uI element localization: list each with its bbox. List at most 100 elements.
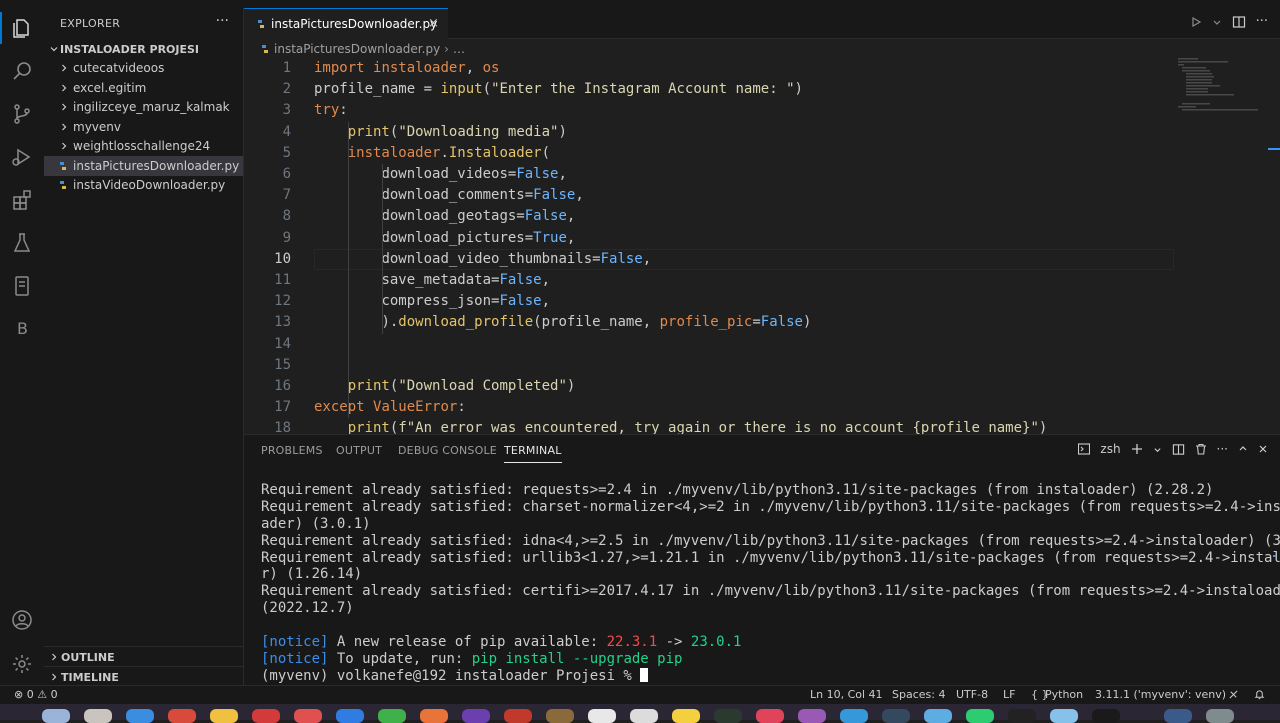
code-line[interactable]: 12 compress_json=False,	[244, 291, 1280, 312]
shell-name[interactable]: zsh	[1100, 442, 1120, 456]
accounts-activity[interactable]	[0, 600, 44, 640]
problems-count[interactable]: ⊗ 0 ⚠ 0	[14, 688, 58, 701]
run-icon[interactable]	[1190, 16, 1202, 28]
dock-app[interactable]	[378, 709, 406, 723]
tree-folder[interactable]: cutecatvideoos	[44, 58, 243, 78]
tree-folder[interactable]: ingilizceye_maruz_kalmak	[44, 97, 243, 117]
bell-icon[interactable]	[1254, 689, 1265, 700]
code-line[interactable]: 3 try:	[244, 100, 1280, 121]
trash-icon[interactable]	[1195, 443, 1207, 455]
b-extension-activity[interactable]: B	[0, 308, 44, 348]
run-debug-activity[interactable]	[0, 137, 44, 177]
code-line[interactable]: 15	[244, 355, 1280, 376]
code-line[interactable]: 11 save_metadata=False,	[244, 270, 1280, 291]
code-line[interactable]: 13 ).download_profile(profile_name, prof…	[244, 312, 1280, 333]
explorer-more-button[interactable]: ···	[216, 13, 229, 29]
encoding[interactable]: UTF-8	[956, 688, 988, 701]
terminal-prompt-line[interactable]: (myvenv) volkanefe@192 instaloader Proje…	[261, 667, 1271, 685]
dock-app[interactable]	[588, 709, 616, 723]
manage-activity[interactable]	[0, 644, 44, 684]
panel-tab-output[interactable]: OUTPUT	[336, 444, 382, 457]
dock-app[interactable]	[126, 709, 154, 723]
tree-file[interactable]: instaPicturesDownloader.py	[44, 155, 243, 176]
chevron-up-icon[interactable]	[1238, 444, 1248, 454]
dock-app[interactable]	[714, 709, 742, 723]
timeline-section[interactable]: TIMELINE	[44, 666, 243, 687]
dock-app[interactable]	[756, 709, 784, 723]
project-folder-header[interactable]: INSTALOADER PROJESI	[44, 41, 243, 59]
python-interpreter[interactable]: 3.11.1 ('myvenv': venv)	[1095, 688, 1226, 701]
code-view[interactable]: 1 import instaloader, os 2 profile_name = i…	[244, 58, 1280, 434]
cursor-position[interactable]: Ln 10, Col 41	[810, 688, 883, 701]
terminal-output[interactable]: Requirement already satisfied: requests>…	[261, 482, 1280, 685]
dock-app[interactable]	[798, 709, 826, 723]
dock-app[interactable]	[252, 709, 280, 723]
more-actions-icon[interactable]: ···	[1217, 442, 1228, 456]
code-line[interactable]: 10 download_video_thumbnails=False,	[244, 248, 1280, 270]
testing-activity[interactable]	[0, 223, 44, 263]
panel-tab-terminal[interactable]: TERMINAL	[504, 444, 562, 463]
dock-app[interactable]	[168, 709, 196, 723]
plus-icon[interactable]	[1131, 443, 1143, 455]
code-line[interactable]: 17 except ValueError:	[244, 397, 1280, 418]
dock-app[interactable]	[420, 709, 448, 723]
close-icon[interactable]	[1258, 444, 1268, 454]
dock-app[interactable]	[924, 709, 952, 723]
tree-folder[interactable]: weightlosschallenge24	[44, 136, 243, 156]
breadcrumb-file[interactable]: instaPicturesDownloader.py	[274, 42, 440, 56]
dock-app[interactable]	[1092, 709, 1120, 723]
dock-app[interactable]	[504, 709, 532, 723]
indentation[interactable]: Spaces: 4	[892, 688, 945, 701]
dock-app[interactable]	[42, 709, 70, 723]
dock-app[interactable]	[84, 709, 112, 723]
code-line[interactable]: 5 instaloader.Instaloader(	[244, 143, 1280, 164]
tree-folder[interactable]: excel.egitim	[44, 78, 243, 98]
code-line[interactable]: 2 profile_name = input("Enter the Instagr…	[244, 79, 1280, 100]
feedback-icon[interactable]	[1228, 689, 1239, 700]
dock-app[interactable]	[882, 709, 910, 723]
more-actions-icon[interactable]: ···	[1256, 14, 1268, 29]
end-of-line[interactable]: LF	[1003, 688, 1015, 701]
code-line[interactable]: 14	[244, 334, 1280, 355]
dock-app[interactable]	[336, 709, 364, 723]
dock-app[interactable]	[1008, 709, 1036, 723]
panel-tab-problems[interactable]: PROBLEMS	[261, 444, 323, 457]
dock-app[interactable]	[840, 709, 868, 723]
breadcrumb-more[interactable]: …	[453, 42, 465, 56]
chevron-down-icon[interactable]	[1153, 445, 1162, 454]
split-terminal-icon[interactable]	[1172, 443, 1185, 456]
code-line[interactable]: 1 import instaloader, os	[244, 58, 1280, 79]
extensions-activity[interactable]	[0, 180, 44, 220]
code-line[interactable]: 18 print(f"An error was encountered, try…	[244, 418, 1280, 434]
editor-tab-active[interactable]: instaPicturesDownloader.py ×	[244, 8, 448, 39]
tree-file[interactable]: instaVideoDownloader.py	[44, 175, 243, 195]
dock-trash[interactable]	[1206, 709, 1234, 723]
language-mode[interactable]: Python	[1045, 688, 1083, 701]
code-line[interactable]: 6 download_videos=False,	[244, 164, 1280, 185]
dock-app[interactable]	[546, 709, 574, 723]
dock-app[interactable]	[672, 709, 700, 723]
dock-app[interactable]	[294, 709, 322, 723]
dock-app[interactable]	[966, 709, 994, 723]
tree-folder[interactable]: myvenv	[44, 117, 243, 137]
close-tab-button[interactable]: ×	[428, 16, 439, 31]
chevron-down-icon[interactable]	[1212, 17, 1222, 27]
code-line[interactable]: 4 print("Downloading media")	[244, 122, 1280, 143]
source-control-activity[interactable]	[0, 94, 44, 134]
search-activity[interactable]	[0, 51, 44, 91]
code-line[interactable]: 9 download_pictures=True,	[244, 228, 1280, 249]
split-editor-icon[interactable]	[1232, 15, 1246, 29]
remote-explorer-activity[interactable]	[0, 266, 44, 306]
dock-app[interactable]	[1164, 709, 1192, 723]
code-line[interactable]: 7 download_comments=False,	[244, 185, 1280, 206]
panel-tab-debug-console[interactable]: DEBUG CONSOLE	[398, 444, 497, 457]
dock-app[interactable]	[1050, 709, 1078, 723]
dock-app[interactable]	[210, 709, 238, 723]
explorer-activity[interactable]	[0, 8, 44, 48]
minimap[interactable]	[1176, 56, 1266, 116]
code-line[interactable]: 16 print("Download Completed")	[244, 376, 1280, 397]
code-line[interactable]: 8 download_geotags=False,	[244, 206, 1280, 227]
dock-app[interactable]	[630, 709, 658, 723]
outline-section[interactable]: OUTLINE	[44, 646, 243, 667]
dock-app[interactable]	[462, 709, 490, 723]
